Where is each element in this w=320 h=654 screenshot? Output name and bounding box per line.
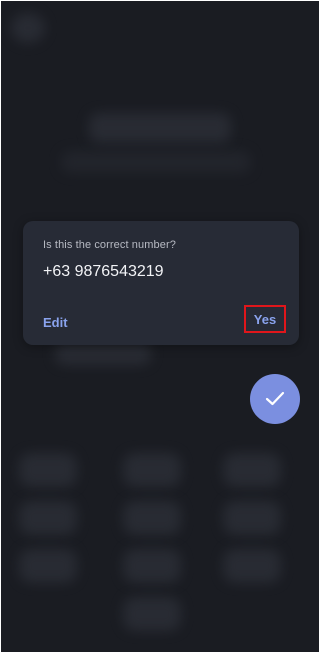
keypad-key-blurred	[223, 549, 281, 583]
keypad-key-blurred	[223, 453, 281, 487]
confirm-number-dialog: Is this the correct number? +63 98765432…	[23, 221, 299, 345]
yes-button-label: Yes	[253, 311, 277, 327]
phone-number: +63 9876543219	[43, 263, 164, 280]
keypad-key-blurred	[19, 501, 77, 535]
yes-button[interactable]: Yes	[244, 305, 286, 333]
edit-button[interactable]: Edit	[43, 315, 68, 330]
keypad-key-blurred	[123, 501, 181, 535]
keypad-key-blurred	[223, 501, 281, 535]
keypad-key-blurred	[19, 453, 77, 487]
phone-screen: Is this the correct number? +63 98765432…	[1, 1, 319, 652]
confirm-fab-button[interactable]	[250, 374, 300, 424]
keypad-key-blurred	[123, 549, 181, 583]
checkmark-icon	[265, 391, 285, 407]
title-blurred	[89, 113, 231, 143]
back-button-blurred	[11, 13, 45, 43]
subtitle-blurred	[61, 151, 251, 173]
keypad-key-blurred	[123, 597, 181, 631]
dialog-prompt: Is this the correct number?	[43, 239, 176, 251]
keypad-key-blurred	[19, 549, 77, 583]
keypad-key-blurred	[123, 453, 181, 487]
